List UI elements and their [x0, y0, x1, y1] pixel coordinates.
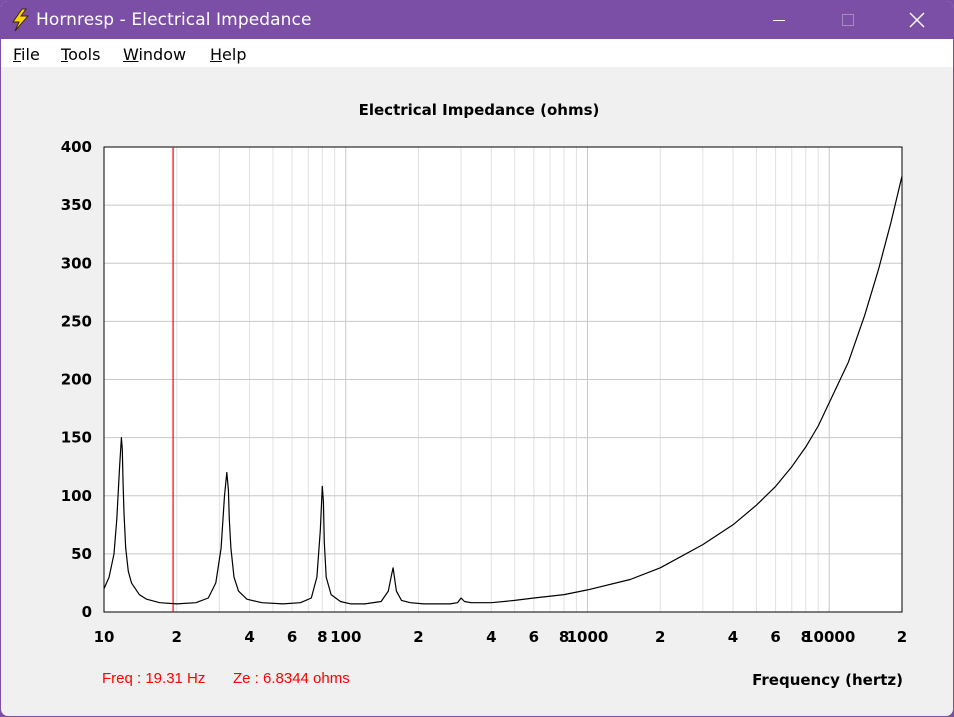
y-tick-label: 300 [61, 254, 92, 272]
x-tick-label: 4 [244, 628, 254, 646]
lightning-bolt-icon [9, 8, 31, 32]
y-tick-label: 150 [61, 429, 92, 447]
frequency-readout: Freq : 19.31 Hz [102, 670, 206, 687]
maximize-icon [842, 14, 854, 26]
y-tick-label: 200 [61, 371, 92, 389]
x-tick-label: 100 [330, 628, 361, 646]
menu-bar: File Tools Window Help [1, 39, 953, 67]
chart-area: 0 50 100 150 200 250 300 350 400 10 2 4 6 8 100 2 4 6 8 100… [1, 67, 954, 717]
x-tick-label: 1000 [567, 628, 609, 646]
y-tick-label: 250 [61, 312, 92, 330]
title-bar[interactable]: Hornresp - Electrical Impedance [1, 1, 953, 39]
window-title: Hornresp - Electrical Impedance [36, 10, 312, 30]
minimize-icon [773, 20, 785, 21]
chart-title: Electrical Impedance (ohms) [359, 101, 600, 119]
x-tick-label: 10000 [803, 628, 855, 646]
impedance-chart[interactable]: 05010015020025030035040010 2 4 6 8 100 2 4 6 8100… [1, 67, 954, 717]
menu-help[interactable]: Help [210, 45, 246, 64]
x-tick-label: 2 [172, 628, 182, 646]
close-button[interactable] [894, 1, 940, 39]
y-tick-label: 100 [61, 487, 92, 505]
x-tick-label: 2 [413, 628, 423, 646]
impedance-readout: Ze : 6.8344 ohms [233, 670, 350, 687]
menu-tools[interactable]: Tools [61, 45, 100, 64]
x-tick-label: 10 [94, 628, 115, 646]
maximize-button[interactable] [825, 1, 871, 39]
app-window: Hornresp - Electrical Impedance File Too… [0, 0, 954, 717]
x-tick-label: 6 [529, 628, 539, 646]
x-tick-label: 6 [770, 628, 780, 646]
x-tick-label: 8 [317, 628, 327, 646]
minimize-button[interactable] [756, 1, 802, 39]
menu-window[interactable]: Window [123, 45, 186, 64]
x-tick-label: 6 [287, 628, 297, 646]
y-tick-label: 400 [61, 138, 92, 156]
menu-file[interactable]: File [13, 45, 40, 64]
x-tick-label: 4 [486, 628, 496, 646]
x-tick-label: 4 [728, 628, 738, 646]
x-axis-label: Frequency (hertz) [752, 671, 903, 689]
x-tick-label: 2 [897, 628, 907, 646]
y-tick-label: 50 [71, 545, 92, 563]
close-icon [909, 12, 925, 28]
y-tick-label: 0 [82, 603, 92, 621]
x-tick-label: 2 [655, 628, 665, 646]
y-tick-label: 350 [61, 196, 92, 214]
